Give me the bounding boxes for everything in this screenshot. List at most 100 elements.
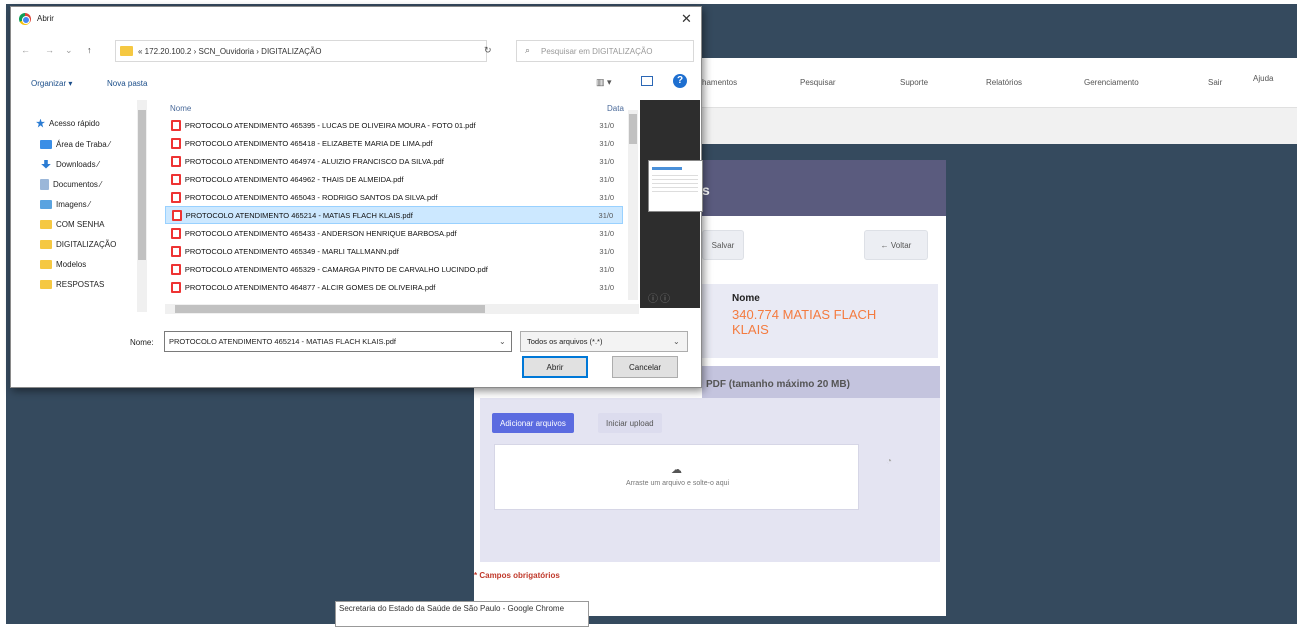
file-row[interactable]: PROTOCOLO ATENDIMENTO 465418 - ELIZABETE…	[165, 134, 623, 152]
nav-desktop[interactable]: Área de Traba ⁄	[40, 136, 110, 152]
name-label: Nome	[732, 293, 760, 304]
file-row[interactable]: PROTOCOLO ATENDIMENTO 465329 - CAMARGA P…	[165, 260, 623, 278]
chrome-icon	[19, 13, 31, 25]
forward-arrow-icon[interactable]: →	[45, 45, 54, 55]
folder-icon	[40, 279, 52, 289]
preview-thumbnail	[648, 160, 703, 212]
chevron-down-icon[interactable]: ⌄	[499, 337, 506, 346]
filename-value: PROTOCOLO ATENDIMENTO 465214 - MATIAS FL…	[169, 337, 397, 346]
new-folder-button[interactable]: Nova pasta	[107, 79, 147, 88]
file-row[interactable]: PROTOCOLO ATENDIMENTO 464962 - THAIS DE …	[165, 170, 623, 188]
horizontal-scrollbar-thumb[interactable]	[175, 305, 485, 313]
file-name: PROTOCOLO ATENDIMENTO 465214 - MATIAS FL…	[185, 210, 413, 220]
nav-label: Imagens ⁄	[56, 199, 91, 209]
dropzone[interactable]: ☁ Arraste um arquivo e solte-o aqui	[494, 444, 859, 510]
help-icon[interactable]: ?	[673, 74, 687, 88]
nav-item-pesquisar[interactable]: Pesquisar	[800, 78, 836, 87]
cancel-button[interactable]: Cancelar	[612, 356, 678, 378]
pdf-icon	[171, 119, 181, 131]
nav-item-agendamentos[interactable]: hamentos	[702, 78, 737, 87]
nav-item-gerenciamento[interactable]: Gerenciamento	[1084, 78, 1139, 87]
refresh-icon[interactable]: ↻	[484, 45, 492, 56]
address-path: « 172.20.100.2 › SCN_Ouvidoria › DIGITAL…	[138, 47, 322, 56]
close-icon[interactable]: ✕	[681, 11, 692, 27]
nav-item-sair[interactable]: Sair	[1208, 78, 1222, 87]
dialog-titlebar: Abrir ✕	[11, 7, 701, 33]
chevron-down-icon[interactable]: ⌄	[673, 337, 680, 346]
file-date: 31/0	[599, 228, 615, 238]
nav-item-relatorios[interactable]: Relatórios	[986, 78, 1022, 87]
pdf-icon	[171, 227, 181, 239]
nav-label: Acesso rápido	[49, 118, 100, 128]
file-row[interactable]: PROTOCOLO ATENDIMENTO 465043 - RODRIGO S…	[165, 188, 623, 206]
file-type-value: Todos os arquivos (*.*)	[527, 337, 603, 346]
up-arrow-icon[interactable]: ↑	[87, 45, 92, 55]
file-date: 31/0	[599, 120, 615, 130]
address-row: ← → ⌄ ↑ « 172.20.100.2 › SCN_Ouvidoria ›…	[11, 37, 701, 65]
nav-quick-access[interactable]: Acesso rápido	[36, 115, 100, 131]
nav-folder-respostas[interactable]: RESPOSTAS	[40, 276, 104, 292]
filename-label: Nome:	[130, 338, 154, 347]
file-name: PROTOCOLO ATENDIMENTO 464877 - ALCIR GOM…	[184, 282, 436, 292]
start-upload-button[interactable]: Iniciar upload	[598, 413, 662, 433]
pdf-icon	[172, 209, 182, 221]
view-options-icon[interactable]: ▥ ▾	[596, 77, 612, 88]
file-list-scrollbar-thumb[interactable]	[629, 114, 637, 144]
file-row[interactable]: PROTOCOLO ATENDIMENTO 464974 - ALUIZIO F…	[165, 152, 623, 170]
file-date: 31/0	[599, 138, 615, 148]
drop-text: Arraste um arquivo e solte-o aqui	[625, 480, 730, 487]
nav-label: Downloads ⁄	[56, 159, 100, 169]
download-icon	[41, 159, 51, 169]
file-row[interactable]: PROTOCOLO ATENDIMENTO 464877 - ALCIR GOM…	[165, 278, 623, 296]
file-row[interactable]: PROTOCOLO ATENDIMENTO 465433 - ANDERSON …	[165, 224, 623, 242]
folder-icon	[40, 259, 52, 269]
open-button[interactable]: Abrir	[522, 356, 588, 378]
file-date: 31/0	[599, 246, 615, 256]
file-name: PROTOCOLO ATENDIMENTO 465329 - CAMARGA P…	[184, 264, 488, 274]
nav-folder-digitalizacao[interactable]: DIGITALIZAÇÃO	[40, 236, 116, 252]
file-date: 31/0	[599, 174, 615, 184]
recent-chevron-icon[interactable]: ⌄	[65, 45, 73, 56]
add-files-button[interactable]: Adicionar arquivos	[492, 413, 574, 433]
nav-documents[interactable]: Documentos ⁄	[40, 176, 101, 192]
nav-scrollbar-thumb[interactable]	[138, 110, 146, 260]
pdf-icon	[171, 155, 181, 167]
nav-item-ajuda[interactable]: Ajuda	[1253, 74, 1273, 83]
preview-controls-icon[interactable]: ⓘⓘ	[648, 290, 672, 305]
pdf-icon	[171, 191, 181, 203]
card-title: s	[702, 182, 710, 198]
column-header-date[interactable]: Data	[607, 104, 624, 113]
nav-folder-modelos[interactable]: Modelos	[40, 256, 86, 272]
back-button[interactable]: ← Voltar	[864, 230, 928, 260]
file-row[interactable]: PROTOCOLO ATENDIMENTO 465395 - LUCAS DE …	[165, 116, 623, 134]
nav-label: COM SENHA	[56, 219, 105, 229]
search-placeholder: Pesquisar em DIGITALIZAÇÃO	[541, 47, 653, 56]
pdf-icon	[171, 281, 181, 293]
file-row-selected[interactable]: PROTOCOLO ATENDIMENTO 465214 - MATIAS FL…	[165, 206, 623, 224]
top-navbar: hamentos Pesquisar Suporte Relatórios Ge…	[700, 58, 1297, 108]
folder-icon	[40, 239, 52, 249]
required-fields-note: * Campos obrigatórios	[474, 571, 560, 580]
back-label: ← Voltar	[880, 240, 912, 250]
nav-folder-com-senha[interactable]: COM SENHA	[40, 216, 104, 232]
preview-pane-icon[interactable]	[641, 76, 653, 86]
file-date: 31/0	[598, 210, 614, 220]
back-arrow-icon[interactable]: ←	[21, 45, 30, 55]
column-header-name[interactable]: Nome	[170, 104, 191, 113]
filename-input[interactable]: PROTOCOLO ATENDIMENTO 465214 - MATIAS FL…	[164, 331, 512, 352]
nav-item-suporte[interactable]: Suporte	[900, 78, 928, 87]
file-row[interactable]: PROTOCOLO ATENDIMENTO 465349 - MARLI TAL…	[165, 242, 623, 260]
folder-icon	[40, 219, 52, 229]
pdf-icon	[171, 263, 181, 275]
file-name: PROTOCOLO ATENDIMENTO 464962 - THAIS DE …	[184, 174, 404, 184]
file-type-select[interactable]: Todos os arquivos (*.*) ⌄	[520, 331, 688, 352]
nav-downloads[interactable]: Downloads ⁄	[40, 156, 99, 172]
save-button[interactable]: Salvar	[702, 230, 744, 260]
pdf-icon	[171, 173, 181, 185]
file-name: PROTOCOLO ATENDIMENTO 465395 - LUCAS DE …	[184, 120, 476, 130]
address-bar[interactable]: « 172.20.100.2 › SCN_Ouvidoria › DIGITAL…	[115, 40, 567, 62]
organize-button[interactable]: Organizar ▾	[31, 79, 72, 88]
nav-images[interactable]: Imagens ⁄	[40, 196, 90, 212]
search-input[interactable]: ⌕ Pesquisar em DIGITALIZAÇÃO	[516, 40, 694, 62]
cloud-upload-icon: ☁	[671, 464, 682, 476]
